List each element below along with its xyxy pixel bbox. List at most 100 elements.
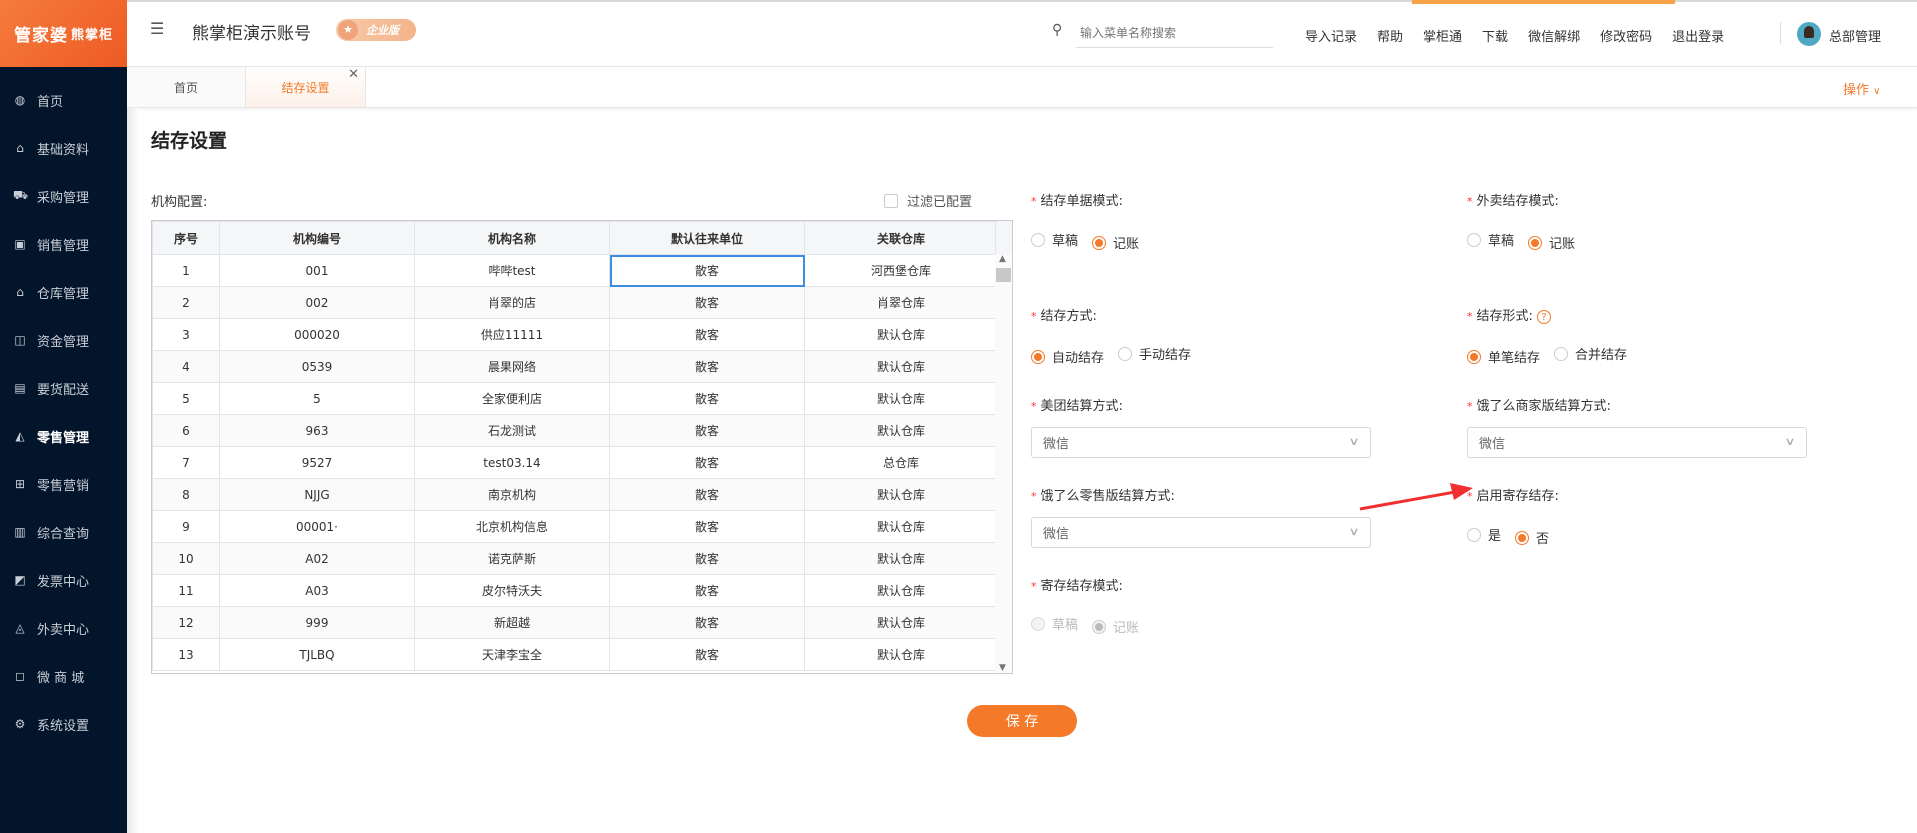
- checkbox-box[interactable]: [884, 193, 898, 208]
- tab-balance-settings[interactable]: 结存设置 ✕: [246, 67, 366, 107]
- method-option-1[interactable]: 手动结存: [1118, 344, 1191, 363]
- radio-icon[interactable]: [1467, 349, 1481, 364]
- table-row[interactable]: 1 001 哔哔test 散客 河西堡仓库: [152, 254, 998, 287]
- table-cell[interactable]: 散客: [609, 510, 805, 543]
- header-link-1[interactable]: 帮助: [1377, 26, 1403, 45]
- table-row[interactable]: 12 999 新超越 散客 默认仓库: [152, 606, 998, 639]
- eleme_retail-select[interactable]: 微信 ∨: [1031, 517, 1371, 548]
- sidebar-item-6[interactable]: ▤ 要货配送: [0, 364, 127, 412]
- header-link-5[interactable]: 修改密码: [1600, 26, 1652, 45]
- scroll-up-icon[interactable]: ▲: [999, 254, 1006, 264]
- table-cell[interactable]: 散客: [609, 414, 805, 447]
- header-link-6[interactable]: 退出登录: [1672, 26, 1724, 45]
- menu-toggle-icon[interactable]: ☰: [150, 19, 164, 38]
- table-row[interactable]: 11 A03 皮尔特沃夫 散客 默认仓库: [152, 574, 998, 607]
- sidebar-item-0[interactable]: ◍ 首页: [0, 76, 127, 124]
- consign_enable-option-1[interactable]: 否: [1515, 528, 1549, 547]
- table-cell[interactable]: 默认仓库: [804, 510, 998, 543]
- table-row[interactable]: 4 0539 晨果网络 散客 默认仓库: [152, 350, 998, 383]
- radio-icon[interactable]: [1092, 235, 1107, 250]
- table-cell[interactable]: 散客: [609, 478, 805, 511]
- radio-icon[interactable]: [1467, 232, 1481, 247]
- table-cell[interactable]: 散客: [609, 638, 805, 671]
- sidebar-item-3[interactable]: ▣ 销售管理: [0, 220, 127, 268]
- scroll-thumb[interactable]: [996, 268, 1011, 282]
- sidebar-item-9[interactable]: ▥ 综合查询: [0, 508, 127, 556]
- sidebar-item-10[interactable]: ◩ 发票中心: [0, 556, 127, 604]
- table-cell[interactable]: 肖翠仓库: [804, 286, 998, 319]
- sidebar-item-8[interactable]: ⊞ 零售营销: [0, 460, 127, 508]
- table-row[interactable]: 7 9527 test03.14 散客 总仓库: [152, 446, 998, 479]
- table-cell[interactable]: 默认仓库: [804, 606, 998, 639]
- doc_mode-option-0[interactable]: 草稿: [1031, 230, 1078, 249]
- user-name[interactable]: 总部管理: [1829, 26, 1881, 45]
- table-row[interactable]: 3 000020 供应11111 散客 默认仓库: [152, 318, 998, 351]
- avatar[interactable]: [1797, 22, 1821, 46]
- method-option-0[interactable]: 自动结存: [1031, 347, 1104, 366]
- save-button[interactable]: 保 存: [967, 705, 1077, 737]
- table-cell[interactable]: 散客: [609, 574, 805, 607]
- table-cell[interactable]: 默认仓库: [804, 350, 998, 383]
- operate-dropdown[interactable]: 操作 ∨: [1843, 79, 1880, 98]
- radio-icon[interactable]: [1031, 349, 1045, 364]
- sidebar-item-4[interactable]: ⌂ 仓库管理: [0, 268, 127, 316]
- filter-configured-checkbox[interactable]: 过滤已配置: [884, 191, 972, 210]
- table-cell[interactable]: 散客: [609, 382, 805, 415]
- sidebar-item-13[interactable]: ⚙ 系统设置: [0, 700, 127, 748]
- radio-icon[interactable]: [1118, 346, 1133, 361]
- table-row[interactable]: 8 NJJG 南京机构 散客 默认仓库: [152, 478, 998, 511]
- takeout_mode-option-1[interactable]: 记账: [1528, 233, 1575, 252]
- table-cell[interactable]: 默认仓库: [804, 542, 998, 575]
- help-icon[interactable]: ?: [1537, 310, 1552, 324]
- table-cell[interactable]: 散客: [609, 446, 805, 479]
- header-link-0[interactable]: 导入记录: [1305, 26, 1357, 45]
- table-row[interactable]: 13 TJLBQ 天津李宝全 散客 默认仓库: [152, 638, 998, 671]
- meituan-select[interactable]: 微信 ∨: [1031, 427, 1371, 458]
- form_type-option-0[interactable]: 单笔结存: [1467, 347, 1540, 366]
- header-link-3[interactable]: 下载: [1482, 26, 1508, 45]
- sidebar-item-12[interactable]: ◻ 微 商 城: [0, 652, 127, 700]
- logo[interactable]: 管家婆 熊掌柜: [0, 0, 127, 67]
- table-cell[interactable]: 河西堡仓库: [804, 254, 998, 287]
- table-cell[interactable]: 散客: [609, 286, 805, 319]
- table-row[interactable]: 2 002 肖翠的店 散客 肖翠仓库: [152, 286, 998, 319]
- table-cell[interactable]: 散客: [609, 350, 805, 383]
- sidebar-item-2[interactable]: ⛟ 采购管理: [0, 172, 127, 220]
- table-row[interactable]: 6 963 石龙测试 散客 默认仓库: [152, 414, 998, 447]
- radio-icon[interactable]: [1515, 530, 1530, 545]
- menu-search-input[interactable]: [1076, 18, 1273, 48]
- sidebar-item-7[interactable]: ◭ 零售管理: [0, 412, 127, 460]
- table-cell[interactable]: 默认仓库: [804, 574, 998, 607]
- consign_enable-option-0[interactable]: 是: [1467, 525, 1501, 544]
- header-link-2[interactable]: 掌柜通: [1423, 26, 1462, 45]
- table-cell[interactable]: 默认仓库: [804, 318, 998, 351]
- table-scrollbar[interactable]: ▲ ▼: [995, 254, 1012, 673]
- table-cell[interactable]: 默认仓库: [804, 414, 998, 447]
- table-cell[interactable]: 默认仓库: [804, 382, 998, 415]
- sidebar-item-5[interactable]: ◫ 资金管理: [0, 316, 127, 364]
- header-link-4[interactable]: 微信解绑: [1528, 26, 1580, 45]
- table-cell[interactable]: 总仓库: [804, 446, 998, 479]
- radio-icon[interactable]: [1031, 232, 1045, 247]
- doc_mode-option-1[interactable]: 记账: [1092, 233, 1139, 252]
- eleme_merchant-select[interactable]: 微信 ∨: [1467, 427, 1807, 458]
- table-row[interactable]: 9 00001· 北京机构信息 散客 默认仓库: [152, 510, 998, 543]
- form_type-option-1[interactable]: 合并结存: [1554, 344, 1627, 363]
- radio-icon[interactable]: [1554, 346, 1569, 361]
- sidebar-item-11[interactable]: ◬ 外卖中心: [0, 604, 127, 652]
- table-row[interactable]: 10 A02 诺克萨斯 散客 默认仓库: [152, 542, 998, 575]
- table-cell[interactable]: 默认仓库: [804, 638, 998, 671]
- table-cell[interactable]: 散客: [609, 318, 805, 351]
- radio-icon[interactable]: [1528, 235, 1543, 250]
- close-tab-icon[interactable]: ✕: [348, 67, 359, 82]
- scroll-down-icon[interactable]: ▼: [999, 663, 1006, 673]
- tab-home[interactable]: 首页: [127, 67, 246, 107]
- table-cell[interactable]: 散客: [609, 542, 805, 575]
- radio-icon[interactable]: [1467, 527, 1481, 542]
- table-cell[interactable]: 默认仓库: [804, 478, 998, 511]
- takeout_mode-option-0[interactable]: 草稿: [1467, 230, 1514, 249]
- table-cell[interactable]: 散客: [609, 254, 805, 287]
- sidebar-item-1[interactable]: ⌂ 基础资料: [0, 124, 127, 172]
- table-row[interactable]: 5 5 全家便利店 散客 默认仓库: [152, 382, 998, 415]
- table-cell[interactable]: 散客: [609, 606, 805, 639]
